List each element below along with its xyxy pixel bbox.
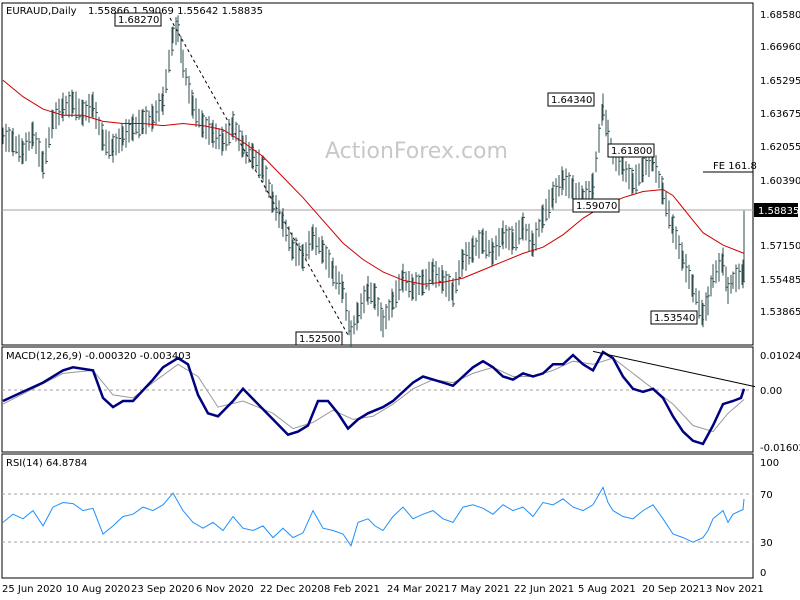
annotation-text: 1.53540 bbox=[654, 313, 695, 324]
annotation-text: 1.61800 bbox=[611, 146, 652, 157]
x-tick-label: 23 Sep 2020 bbox=[131, 584, 194, 595]
annotation-text: 1.52500 bbox=[299, 334, 340, 345]
macd-y-tick: -0.016023 bbox=[760, 443, 800, 454]
watermark: ActionForex.com bbox=[325, 139, 508, 164]
price-y-tick: 1.60390 bbox=[760, 176, 800, 187]
price-header-ohlc: 1.55866 1.59069 1.55642 1.58835 bbox=[88, 6, 263, 17]
chart-root: ActionForex.com EURAUD,Daily 1.55866 1.5… bbox=[0, 0, 800, 600]
price-y-tick: 1.68580 bbox=[760, 10, 800, 21]
price-header-symbol: EURAUD,Daily bbox=[6, 6, 77, 17]
rsi-y-tick: 30 bbox=[760, 538, 773, 549]
macd-y-tick: 0.010248 bbox=[760, 351, 800, 362]
x-tick-label: 24 Mar 2021 bbox=[387, 584, 450, 595]
annotation-peak: 1.68270 bbox=[114, 12, 162, 27]
annotation-high-aug: 1.64340 bbox=[547, 92, 595, 107]
annotation-text: 1.64340 bbox=[551, 95, 592, 106]
price-y-tick: 1.62055 bbox=[760, 142, 800, 153]
rsi-y-tick: 0 bbox=[760, 568, 766, 579]
x-tick-label: 22 Dec 2020 bbox=[260, 584, 324, 595]
price-y-tick: 1.53865 bbox=[760, 307, 800, 318]
x-tick-label: 10 Aug 2020 bbox=[66, 584, 130, 595]
macd-y-tick: 0.00 bbox=[760, 386, 782, 397]
rsi-y-tick: 70 bbox=[760, 490, 773, 501]
annotation-support: 1.59070 bbox=[572, 198, 620, 213]
price-y-tick: 1.55485 bbox=[760, 275, 800, 286]
x-tick-label: 5 Aug 2021 bbox=[578, 584, 636, 595]
annotation-low: 1.52500 bbox=[295, 331, 343, 346]
x-tick-label: 25 Jun 2020 bbox=[2, 584, 62, 595]
annotation-high-sep: 1.61800 bbox=[607, 143, 655, 158]
x-tick-label: 20 Sep 2021 bbox=[642, 584, 705, 595]
x-tick-label: 7 May 2021 bbox=[451, 584, 510, 595]
current-price-label: 1.58835 bbox=[758, 206, 799, 217]
annotation-low-oct: 1.53540 bbox=[650, 310, 698, 325]
price-y-tick: 1.65295 bbox=[760, 76, 800, 87]
x-tick-label: 3 Nov 2021 bbox=[706, 584, 764, 595]
annotation-text: 1.68270 bbox=[118, 15, 159, 26]
macd-header: MACD(12,26,9) -0.000320 -0.003403 bbox=[6, 351, 191, 362]
price-y-tick: 1.57150 bbox=[760, 241, 800, 252]
fe-level-label: FE 161.8 bbox=[713, 161, 757, 172]
x-tick-label: 6 Nov 2020 bbox=[196, 584, 254, 595]
price-y-tick: 1.66960 bbox=[760, 42, 800, 53]
rsi-header: RSI(14) 64.8784 bbox=[6, 458, 87, 469]
annotation-text: 1.59070 bbox=[576, 201, 617, 212]
price-y-tick: 1.63675 bbox=[760, 109, 800, 120]
x-tick-label: 22 Jun 2021 bbox=[514, 584, 574, 595]
rsi-y-tick: 100 bbox=[760, 458, 779, 469]
x-tick-label: 8 Feb 2021 bbox=[324, 584, 380, 595]
